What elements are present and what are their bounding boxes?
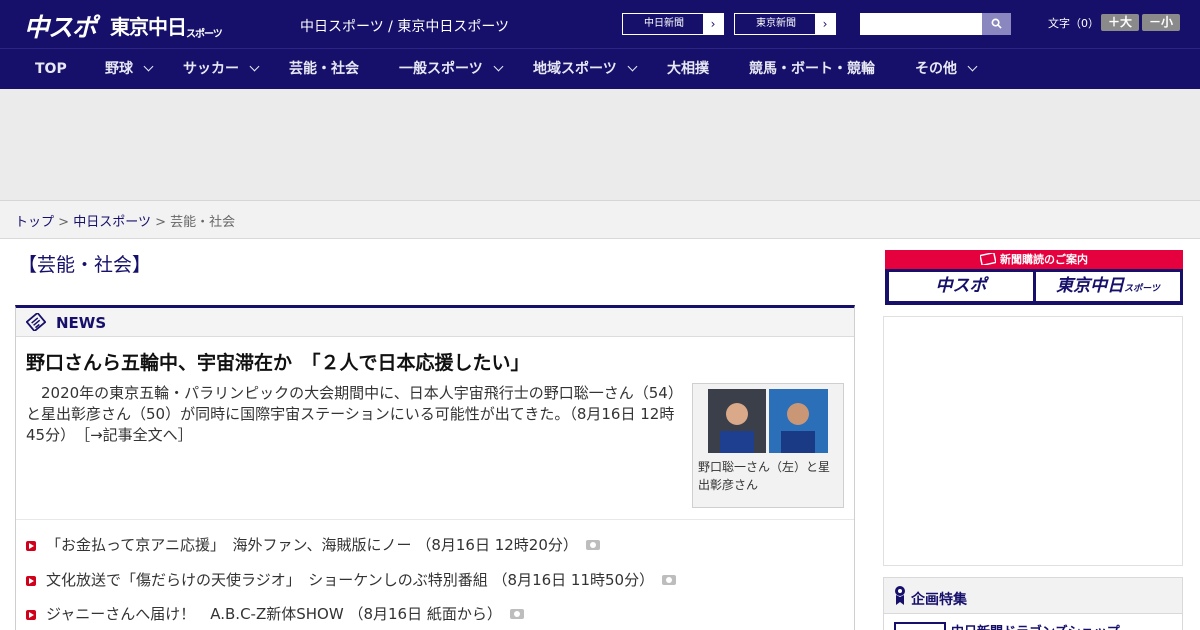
site-names: 中日スポーツ / 東京中日スポーツ xyxy=(300,19,510,35)
breadcrumb-trail: トップ > 中日スポーツ > 芸能・社会 xyxy=(15,211,235,230)
news-divider xyxy=(16,519,854,520)
nav-top[interactable]: TOP xyxy=(35,49,67,90)
chevron-down-icon xyxy=(249,61,260,72)
font-smaller-button[interactable]: －小 xyxy=(1142,14,1180,31)
nav-other[interactable]: その他 xyxy=(915,49,978,90)
camera-icon xyxy=(585,540,600,550)
nav-label: その他 xyxy=(915,61,957,77)
tokyo-logo-suffix: スポーツ xyxy=(186,29,223,40)
subscription-box: 新聞購読のご案内 中スポ 東京中日スポーツ xyxy=(885,250,1183,305)
astronauts-photo xyxy=(708,389,828,453)
feature-section: 企画特集 中日新聞ドラゴンズショップ xyxy=(883,577,1183,630)
chevron-right-icon: › xyxy=(815,14,835,34)
chunichi-shimbun-label: 中日新聞 xyxy=(644,18,684,29)
subscribe-tokyo-label: 東京中日 xyxy=(1056,276,1125,296)
nav-label: 大相撲 xyxy=(667,61,709,77)
top-header: 中スポ 東京中日スポーツ 中日スポーツ / 東京中日スポーツ 中日新聞 › 東京… xyxy=(0,0,1200,48)
breadcrumb-current: 芸能・社会 xyxy=(170,215,236,230)
font-size-label: 文字（0） xyxy=(1048,17,1099,30)
nav-soccer[interactable]: サッカー xyxy=(183,49,260,90)
camera-icon xyxy=(662,575,677,585)
search-icon xyxy=(991,18,1002,29)
chevron-down-icon xyxy=(493,61,504,72)
ribbon-icon xyxy=(895,586,905,605)
font-larger-button[interactable]: ＋大 xyxy=(1101,14,1139,31)
news-list-text: 文化放送で「傷だらけの天使ラジオ」 ショーケンしのぶ特別番組 （8月16日 11… xyxy=(46,571,655,589)
breadcrumb-section[interactable]: 中日スポーツ xyxy=(73,215,151,230)
main-nav: TOP 野球 サッカー 芸能・社会 一般スポーツ 地域スポーツ 大相撲 競馬・ボ… xyxy=(0,48,1200,89)
subscribe-tokyo-suffix: スポーツ xyxy=(1124,284,1160,294)
newspaper-icon xyxy=(979,251,997,267)
news-section-title: NEWS xyxy=(56,314,107,332)
nav-label: TOP xyxy=(35,61,67,77)
ad-banner-area xyxy=(0,89,1200,201)
page-title: 【芸能・社会】 xyxy=(18,254,152,276)
newspaper-icon xyxy=(26,313,46,331)
news-list-item[interactable]: 「お金払って京アニ応援」 海外ファン、海賊版にノー （8月16日 12時20分） xyxy=(26,534,600,556)
nav-baseball[interactable]: 野球 xyxy=(105,49,154,90)
news-list-item[interactable]: ジャニーさんへ届け！ A.B.C-Z新体SHOW （8月16日 紙面から） xyxy=(26,603,524,625)
top-story-headline[interactable]: 野口さんら五輪中、宇宙滞在か 「２人で日本応援したい」 xyxy=(26,348,530,375)
nav-racing[interactable]: 競馬・ボート・競輪 xyxy=(749,49,875,90)
subscribe-chuspo-button[interactable]: 中スポ xyxy=(889,272,1033,301)
sidebar-ad-slot xyxy=(883,316,1183,566)
breadcrumb-home[interactable]: トップ xyxy=(15,215,54,230)
nav-label: 芸能・社会 xyxy=(289,61,359,77)
dragons-shop-thumbnail[interactable] xyxy=(894,622,946,630)
top-story-photo-card[interactable]: 野口聡一さん（左）と星出彰彦さん xyxy=(692,383,844,508)
chuspo-logo[interactable]: 中スポ xyxy=(24,8,97,42)
news-header: NEWS xyxy=(16,308,854,337)
breadcrumb: トップ > 中日スポーツ > 芸能・社会 xyxy=(0,201,1200,239)
news-list-text: 「お金払って京アニ応援」 海外ファン、海賊版にノー （8月16日 12時20分） xyxy=(46,536,578,554)
news-panel: NEWS 野口さんら五輪中、宇宙滞在か 「２人で日本応援したい」 2020年の東… xyxy=(15,305,855,630)
tokyo-chunichi-logo[interactable]: 東京中日スポーツ xyxy=(110,11,223,40)
nav-label: 一般スポーツ xyxy=(399,61,483,77)
search-button[interactable] xyxy=(982,13,1011,35)
nav-label: 競馬・ボート・競輪 xyxy=(749,61,875,77)
news-list-text: ジャニーさんへ届け！ A.B.C-Z新体SHOW （8月16日 紙面から） xyxy=(46,605,502,623)
chunichi-shimbun-link[interactable]: 中日新聞 › xyxy=(622,13,724,35)
play-bullet-icon xyxy=(26,610,36,620)
nav-regional-sports[interactable]: 地域スポーツ xyxy=(533,49,638,90)
subscribe-tokyo-chunichi-button[interactable]: 東京中日スポーツ xyxy=(1036,272,1180,301)
feature-section-header: 企画特集 xyxy=(884,578,1182,614)
news-list-item[interactable]: 文化放送で「傷だらけの天使ラジオ」 ショーケンしのぶ特別番組 （8月16日 11… xyxy=(26,569,677,591)
photo-caption: 野口聡一さん（左）と星出彰彦さん xyxy=(698,460,831,492)
tokyo-shimbun-label: 東京新聞 xyxy=(756,18,796,29)
chevron-down-icon xyxy=(143,61,154,72)
chevron-down-icon xyxy=(967,61,978,72)
camera-icon xyxy=(509,609,524,619)
tokyo-shimbun-link[interactable]: 東京新聞 › xyxy=(734,13,836,35)
feature-section-title: 企画特集 xyxy=(911,592,967,608)
breadcrumb-separator: > xyxy=(58,215,70,230)
play-bullet-icon xyxy=(26,576,36,586)
subscription-title-text: 新聞購読のご案内 xyxy=(1000,253,1088,266)
chevron-right-icon: › xyxy=(703,14,723,34)
dragons-shop-link[interactable]: 中日新聞ドラゴンズショップ xyxy=(951,621,1120,630)
subscription-title: 新聞購読のご案内 xyxy=(885,250,1183,269)
play-bullet-icon xyxy=(26,541,36,551)
nav-label: 地域スポーツ xyxy=(533,61,617,77)
tokyo-logo-text: 東京中日 xyxy=(110,15,187,39)
read-full-article-link[interactable]: ［→記事全文へ］ xyxy=(83,426,193,444)
breadcrumb-separator: > xyxy=(155,215,166,230)
search-input[interactable] xyxy=(860,13,984,35)
nav-entertainment[interactable]: 芸能・社会 xyxy=(289,49,359,90)
nav-label: 野球 xyxy=(105,61,133,77)
chevron-down-icon xyxy=(627,61,638,72)
nav-label: サッカー xyxy=(183,61,239,77)
top-story-lead: 2020年の東京五輪・パラリンピックの大会期間中に、日本人宇宙飛行士の野口聡一さ… xyxy=(26,383,686,446)
nav-general-sports[interactable]: 一般スポーツ xyxy=(399,49,504,90)
nav-sumo[interactable]: 大相撲 xyxy=(667,49,709,90)
